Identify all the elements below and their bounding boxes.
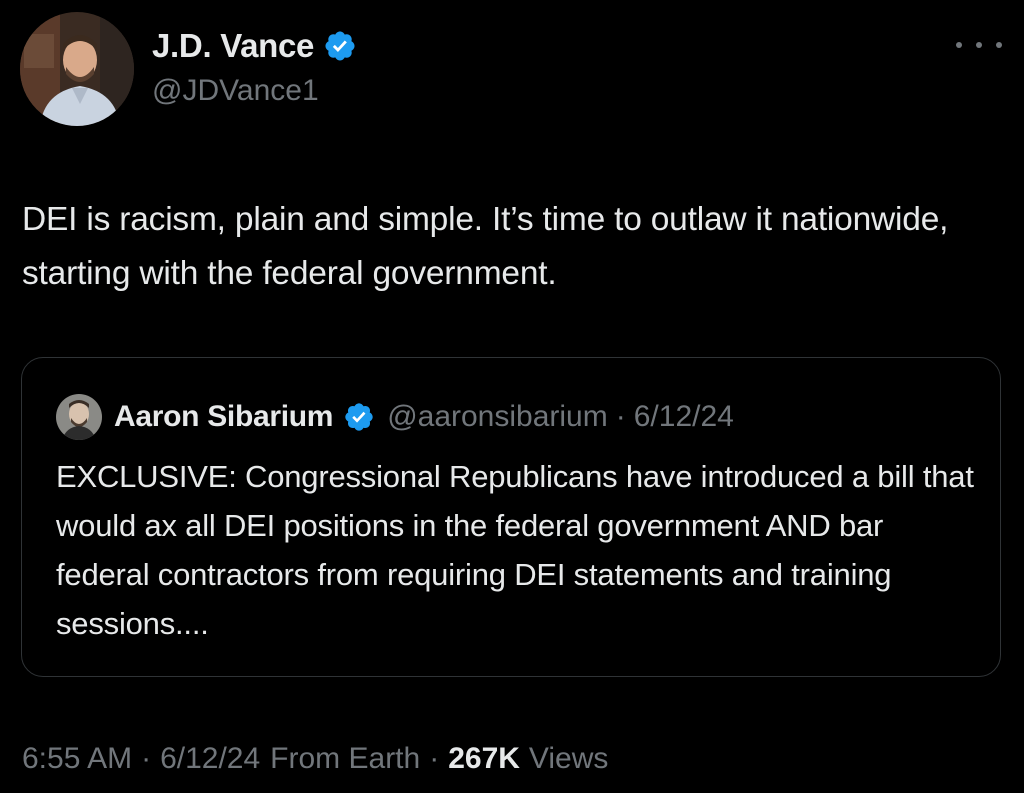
tweet-text: DEI is racism, plain and simple. It’s ti… — [22, 201, 949, 292]
more-dot — [976, 42, 982, 48]
quoted-tweet-date[interactable]: 6/12/24 — [634, 400, 734, 434]
author-handle[interactable]: @JDVance1 — [152, 74, 319, 108]
verified-badge-icon — [345, 403, 373, 431]
more-dots-icon[interactable] — [956, 30, 1002, 60]
quoted-tweet-text: EXCLUSIVE: Congressional Republicans hav… — [56, 459, 974, 641]
author-name-row: J.D. Vance — [152, 22, 357, 70]
quoted-author-avatar[interactable] — [56, 394, 102, 440]
author-name[interactable]: J.D. Vance — [152, 27, 314, 65]
tweet-date[interactable]: 6/12/24 — [160, 742, 260, 776]
quoted-tweet-card[interactable]: Aaron Sibarium @aaronsibarium · 6/12/24 … — [21, 357, 1001, 677]
tweet-meta-row: 6:55 AM · 6/12/24 From Earth · 267K View… — [22, 735, 608, 783]
quoted-author-handle[interactable]: @aaronsibarium — [387, 400, 608, 434]
quoted-separator: · — [615, 400, 626, 433]
meta-separator: · — [141, 742, 152, 775]
meta-separator: · — [429, 742, 440, 775]
views-count[interactable]: 267K — [448, 742, 520, 776]
quoted-author-name[interactable]: Aaron Sibarium — [114, 400, 333, 434]
author-avatar[interactable] — [20, 12, 134, 126]
views-label[interactable]: Views — [529, 742, 608, 776]
tweet-source: From Earth — [270, 742, 421, 775]
tweet-time[interactable]: 6:55 AM — [22, 742, 132, 776]
more-dot — [996, 42, 1002, 48]
verified-badge-icon — [325, 31, 355, 61]
more-dot — [956, 42, 962, 48]
tweet: J.D. Vance @JDVance1 DEI is racism, plai… — [0, 0, 1024, 793]
quoted-tweet-header: Aaron Sibarium @aaronsibarium · 6/12/24 — [114, 394, 734, 440]
